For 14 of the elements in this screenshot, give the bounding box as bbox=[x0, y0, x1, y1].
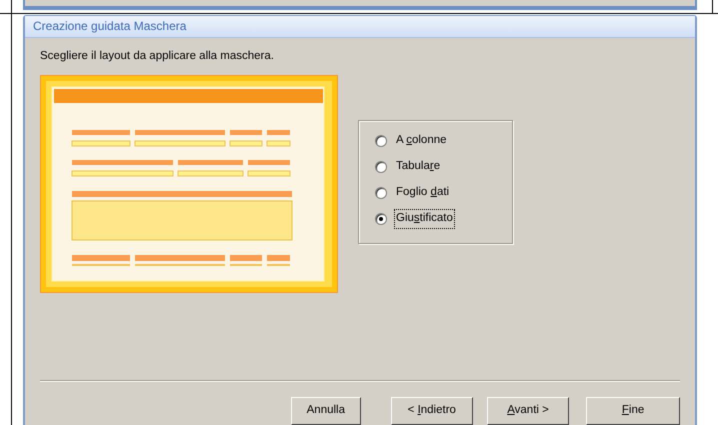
wizard-button[interactable]: Avanti > bbox=[486, 397, 570, 425]
wizard-button[interactable]: < Indietro bbox=[390, 397, 473, 425]
window-title: Creazione guidata Maschera bbox=[33, 18, 186, 36]
wizard-button[interactable]: Annulla bbox=[291, 397, 361, 425]
instruction-text: Scegliere il layout da applicare alla maschera. bbox=[40, 48, 275, 64]
radio-label[interactable]: Tabulare bbox=[395, 158, 442, 176]
radio-button[interactable] bbox=[375, 213, 387, 225]
radio-button[interactable] bbox=[375, 135, 387, 147]
radio-label[interactable]: Giustificato bbox=[395, 210, 454, 228]
radio-label[interactable]: A colonne bbox=[395, 132, 448, 150]
radio-label[interactable]: Foglio dati bbox=[395, 184, 450, 202]
wizard-button[interactable]: Fine bbox=[586, 397, 680, 425]
radio-button[interactable] bbox=[375, 187, 387, 199]
radio-button[interactable] bbox=[375, 161, 387, 173]
